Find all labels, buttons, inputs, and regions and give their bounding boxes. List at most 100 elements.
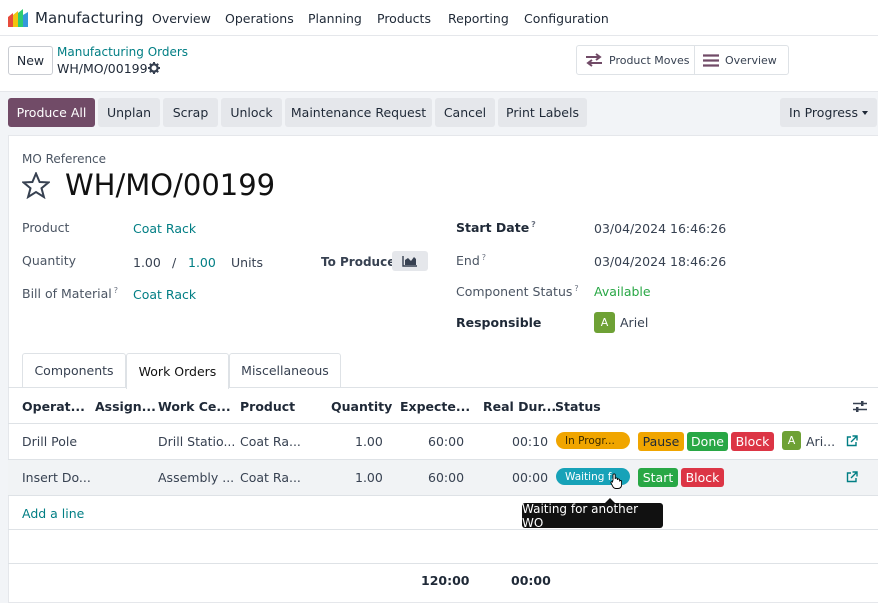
state-label: In Progress: [789, 105, 858, 120]
total-expected: 120:00: [421, 573, 470, 588]
optional-columns-icon[interactable]: [853, 400, 867, 413]
product-cell[interactable]: Coat Ra...: [240, 434, 301, 449]
menu-planning[interactable]: Planning: [308, 11, 362, 26]
work-center-cell[interactable]: Drill Statio...: [158, 434, 235, 449]
area-chart-icon: [402, 256, 417, 267]
row-divider: [8, 529, 878, 530]
col-assigned[interactable]: Assign...: [95, 399, 156, 414]
col-expected[interactable]: Expecte...: [400, 399, 470, 414]
mo-reference-title[interactable]: WH/MO/00199: [65, 168, 275, 202]
product-moves-label: Product Moves: [609, 53, 690, 67]
gear-icon[interactable]: [148, 62, 160, 74]
expected-cell[interactable]: 60:00: [428, 434, 464, 449]
tab-work-orders[interactable]: Work Orders: [126, 353, 229, 389]
col-real-duration[interactable]: Real Dur...: [483, 399, 556, 414]
top-navbar: Manufacturing Overview Operations Planni…: [0, 0, 878, 36]
star-icon[interactable]: [22, 172, 50, 199]
list-icon: [703, 53, 719, 67]
col-work-center[interactable]: Work Ce...: [158, 399, 231, 414]
overview-button[interactable]: Overview: [694, 45, 789, 75]
qty-total-field[interactable]: 1.00: [188, 255, 216, 270]
control-panel: New Manufacturing Orders WH/MO/00199 Pro…: [0, 36, 878, 92]
external-link-icon[interactable]: [846, 471, 858, 483]
bom-field[interactable]: Coat Rack: [133, 287, 196, 302]
quantity-cell[interactable]: 1.00: [355, 470, 383, 485]
expected-cell[interactable]: 60:00: [428, 470, 464, 485]
cancel-button[interactable]: Cancel: [435, 98, 495, 127]
help-icon: ?: [481, 253, 487, 262]
real-duration-cell[interactable]: 00:10: [512, 434, 548, 449]
uom-field: Units: [231, 255, 263, 270]
start-date-label: Start Date?: [456, 220, 536, 236]
col-status[interactable]: Status: [555, 399, 601, 414]
quantity-label: Quantity: [22, 253, 77, 268]
block-button[interactable]: Block: [681, 468, 724, 487]
add-line-link[interactable]: Add a line: [22, 506, 84, 521]
status-badge: In Progr...: [556, 432, 630, 449]
col-quantity[interactable]: Quantity: [331, 399, 392, 414]
manufacturing-app-icon[interactable]: [8, 9, 28, 27]
breadcrumb-parent[interactable]: Manufacturing Orders: [57, 45, 188, 59]
app-name[interactable]: Manufacturing: [35, 9, 144, 27]
product-field[interactable]: Coat Rack: [133, 221, 196, 236]
help-icon: ?: [113, 286, 119, 295]
real-duration-cell[interactable]: 00:00: [512, 470, 548, 485]
end-date-label: End?: [456, 253, 487, 269]
menu-operations[interactable]: Operations: [225, 11, 294, 26]
print-labels-button[interactable]: Print Labels: [498, 98, 587, 127]
exchange-icon: [586, 53, 602, 67]
help-icon: ?: [574, 284, 579, 293]
row-divider: [8, 495, 878, 496]
total-real: 00:00: [511, 573, 551, 588]
breadcrumb-current: WH/MO/00199: [57, 61, 148, 76]
external-link-icon[interactable]: [846, 435, 858, 447]
user-cell[interactable]: Ari...: [806, 434, 835, 449]
produce-all-button[interactable]: Produce All: [8, 98, 95, 127]
state-dropdown[interactable]: In Progress: [780, 98, 877, 127]
pause-button[interactable]: Pause: [638, 432, 684, 451]
end-date-field[interactable]: 03/04/2024 18:46:26: [594, 254, 726, 269]
new-button[interactable]: New: [8, 46, 53, 75]
overview-label: Overview: [725, 53, 777, 67]
to-produce-label: To Produce: [321, 255, 396, 269]
responsible-field[interactable]: Ariel: [620, 315, 648, 330]
help-icon: ?: [531, 220, 536, 229]
hand-cursor-icon: [610, 473, 622, 489]
block-button[interactable]: Block: [731, 432, 774, 451]
product-cell[interactable]: Coat Ra...: [240, 470, 301, 485]
operation-cell[interactable]: Drill Pole: [22, 434, 77, 449]
component-status-field: Available: [594, 284, 651, 299]
col-operation[interactable]: Operat...: [22, 399, 85, 414]
qty-done-field[interactable]: 1.00: [133, 255, 161, 270]
start-date-field[interactable]: 03/04/2024 16:46:26: [594, 221, 726, 236]
maintenance-request-button[interactable]: Maintenance Request: [285, 98, 432, 127]
quantity-cell[interactable]: 1.00: [355, 434, 383, 449]
work-center-cell[interactable]: Assembly ...: [158, 470, 234, 485]
tab-components[interactable]: Components: [22, 353, 126, 388]
operation-cell[interactable]: Insert Do...: [22, 470, 91, 485]
col-product[interactable]: Product: [240, 399, 295, 414]
mo-reference-label: MO Reference: [22, 152, 107, 166]
menu-overview[interactable]: Overview: [152, 11, 211, 26]
product-moves-button[interactable]: Product Moves: [576, 45, 695, 75]
caret-down-icon: [861, 110, 868, 115]
product-label: Product: [22, 220, 70, 235]
menu-products[interactable]: Products: [377, 11, 431, 26]
qty-separator: /: [172, 255, 177, 270]
responsible-label: Responsible: [456, 315, 542, 330]
unlock-button[interactable]: Unlock: [221, 98, 282, 127]
start-button[interactable]: Start: [638, 468, 678, 487]
unplan-button[interactable]: Unplan: [98, 98, 160, 127]
done-button[interactable]: Done: [687, 432, 728, 451]
avatar: A: [782, 431, 801, 450]
footer-divider: [8, 563, 878, 564]
menu-reporting[interactable]: Reporting: [448, 11, 509, 26]
menu-configuration[interactable]: Configuration: [524, 11, 609, 26]
scrap-button[interactable]: Scrap: [163, 98, 218, 127]
component-status-label: Component Status?: [456, 284, 579, 300]
status-tooltip: Waiting for another WO: [522, 498, 663, 530]
tab-miscellaneous[interactable]: Miscellaneous: [229, 353, 341, 388]
header-divider: [8, 423, 878, 424]
forecast-button[interactable]: [392, 251, 428, 271]
avatar: A: [594, 312, 615, 333]
